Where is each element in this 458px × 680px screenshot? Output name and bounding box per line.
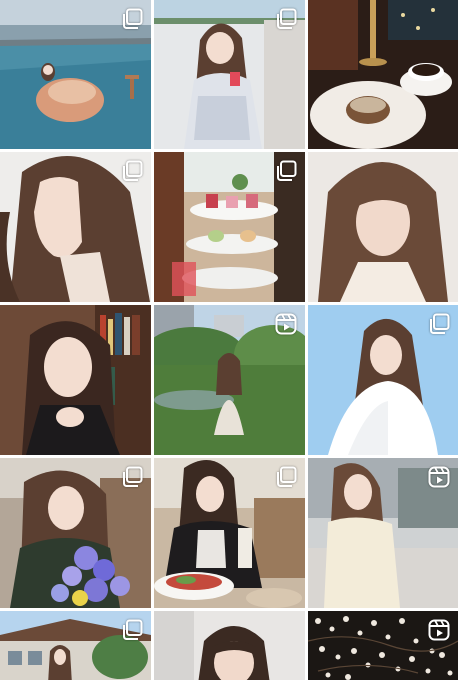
post-tile-9[interactable] <box>308 305 458 455</box>
post-tile-6[interactable] <box>308 152 458 302</box>
post-photo-portrait-dark <box>154 611 305 680</box>
post-photo-bookshelf <box>0 305 151 455</box>
carousel-icon <box>120 7 144 31</box>
profile-post-grid <box>0 0 458 680</box>
post-tile-12[interactable] <box>308 458 458 608</box>
carousel-icon <box>274 159 298 183</box>
post-tile-13[interactable] <box>0 611 151 680</box>
post-tile-14[interactable] <box>154 611 305 680</box>
post-tile-4[interactable] <box>0 152 151 302</box>
post-tile-2[interactable] <box>154 0 305 149</box>
post-photo-cafe-table <box>308 0 458 149</box>
post-tile-11[interactable] <box>154 458 305 608</box>
carousel-icon <box>120 618 144 642</box>
carousel-icon <box>120 159 144 183</box>
carousel-icon <box>427 312 451 336</box>
post-tile-5[interactable] <box>154 152 305 302</box>
carousel-icon <box>274 465 298 489</box>
reel-icon <box>274 312 298 336</box>
reel-icon <box>427 618 451 642</box>
post-tile-7[interactable] <box>0 305 151 455</box>
carousel-icon <box>120 465 144 489</box>
post-tile-10[interactable] <box>0 458 151 608</box>
post-tile-15[interactable] <box>308 611 458 680</box>
carousel-icon <box>274 7 298 31</box>
post-tile-8[interactable] <box>154 305 305 455</box>
post-tile-1[interactable] <box>0 0 151 149</box>
post-tile-3[interactable] <box>308 0 458 149</box>
reel-icon <box>427 465 451 489</box>
post-photo-portrait-front <box>308 152 458 302</box>
